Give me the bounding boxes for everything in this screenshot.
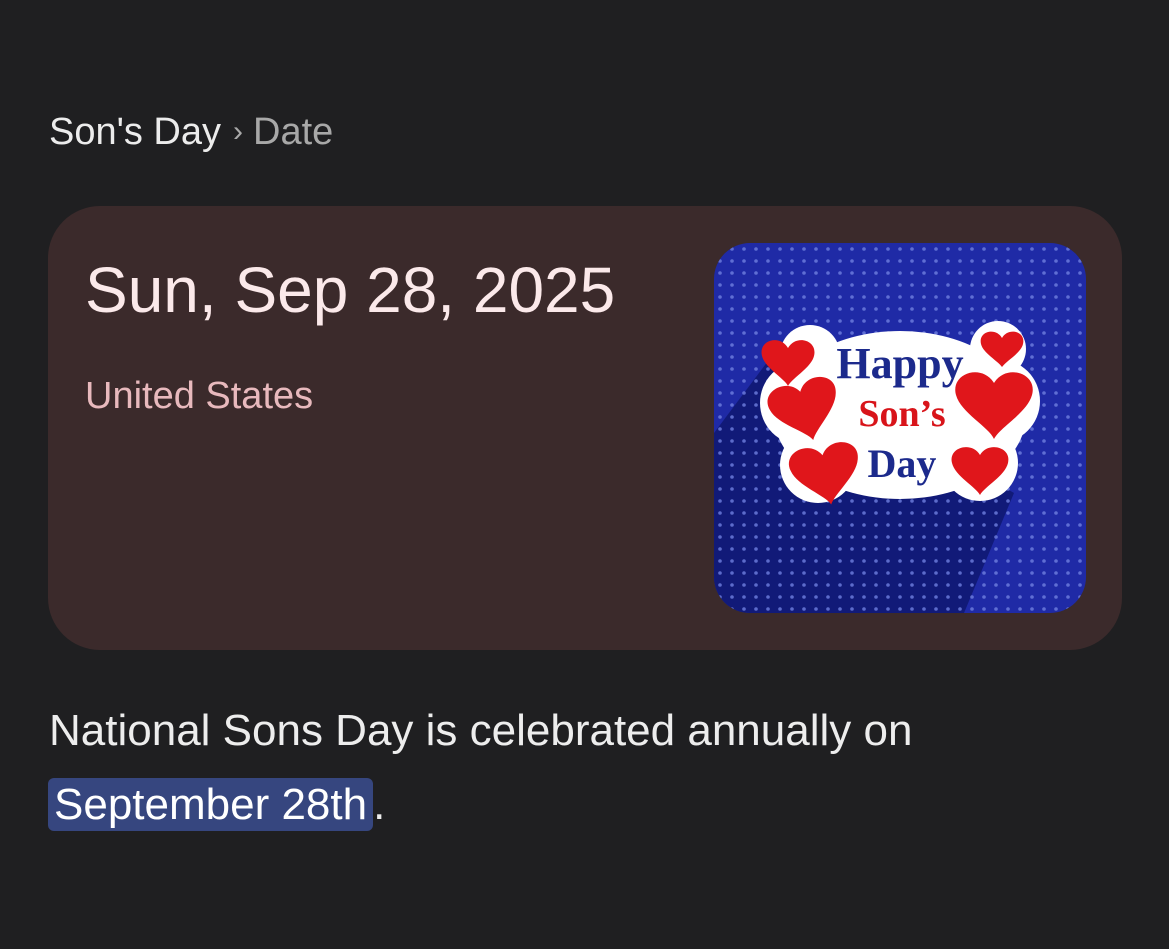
breadcrumb-parent[interactable]: Son's Day: [49, 111, 221, 153]
date-card[interactable]: Sun, Sep 28, 2025 United States Happy So…: [48, 206, 1122, 650]
image-text-line3: Day: [868, 441, 937, 486]
holiday-date: Sun, Sep 28, 2025: [85, 254, 616, 326]
chevron-right-icon: ›: [233, 115, 244, 148]
breadcrumb-current: Date: [253, 111, 334, 153]
holiday-description: National Sons Day is celebrated annually…: [48, 694, 1049, 842]
image-text-line2: Son’s: [858, 393, 945, 435]
breadcrumb: Son's Day › Date: [49, 110, 333, 157]
image-text-line1: Happy: [836, 339, 963, 388]
highlighted-date: September 28th: [48, 778, 374, 831]
description-text: National Sons Day is celebrated annually…: [49, 706, 913, 755]
happy-sons-day-image[interactable]: Happy Son’s Day: [714, 243, 1086, 613]
description-period: .: [373, 780, 386, 829]
holiday-country: United States: [85, 375, 314, 417]
